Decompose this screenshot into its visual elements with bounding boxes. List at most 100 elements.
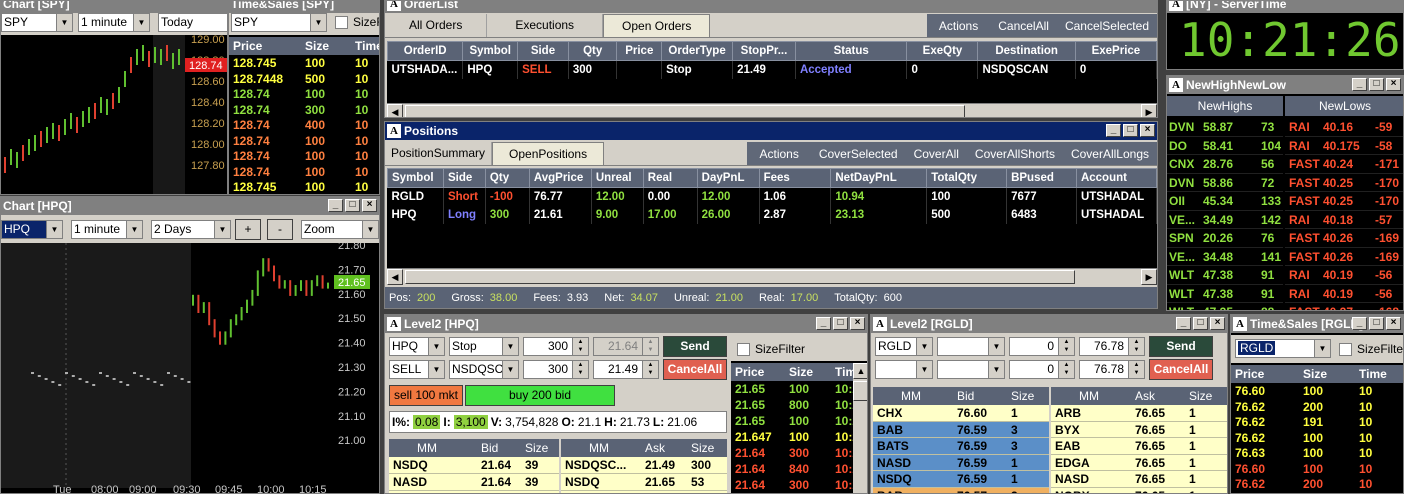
chevron-down-icon[interactable]: ▼ xyxy=(502,361,518,378)
l2-hpq-ts-vscrollbar[interactable]: ▲ xyxy=(853,363,867,493)
chart-spy-range-combo[interactable]: Today xyxy=(158,13,227,32)
newlow-row[interactable]: FAST 40.25 -170 xyxy=(1285,192,1403,211)
l2-hpq-qty-stepper[interactable]: 300 ▲ ▼ xyxy=(523,337,589,356)
newhigh-row[interactable]: WLT 47.38 91 xyxy=(1167,285,1283,303)
chevron-down-icon[interactable]: ▼ xyxy=(362,221,378,238)
ts-row[interactable]: 21.65 800 10:2 xyxy=(731,397,859,413)
newhigh-row[interactable]: WLT 47.38 91 xyxy=(1167,266,1283,285)
book-row[interactable]: ARB 76.65 1 xyxy=(1051,405,1227,422)
positions-hscrollbar[interactable]: ◀ ▶ xyxy=(387,268,1157,285)
orderlist-cancelall-button[interactable]: CancelAll xyxy=(990,14,1057,37)
chevron-down-icon[interactable]: ▼ xyxy=(1314,340,1330,357)
newhigh-row[interactable]: WLT 47.35 88 xyxy=(1167,303,1283,310)
newlow-row[interactable]: RAI 40.18 -57 xyxy=(1285,211,1403,229)
ts-row[interactable]: 128.74 300 10 xyxy=(229,102,379,118)
book-row[interactable]: NASD 76.59 1 xyxy=(873,454,1049,471)
tab-open-orders[interactable]: Open Orders xyxy=(603,14,711,37)
newhigh-row[interactable]: OII 45.34 133 xyxy=(1167,192,1283,211)
l2-hpq-cancelall-button[interactable]: CancelAll xyxy=(663,359,727,380)
newlow-row[interactable]: FAST 40.26 -169 xyxy=(1285,229,1403,248)
close-icon[interactable]: × xyxy=(1210,317,1225,330)
scroll-thumb[interactable] xyxy=(405,105,965,117)
ts-row[interactable]: 21.65 100 10:2 xyxy=(731,413,859,429)
l2-hpq-stop-stepper[interactable]: 21.49 ▲ ▼ xyxy=(593,360,659,379)
positions-coverselected-button[interactable]: CoverSelected xyxy=(811,142,906,165)
newlow-row[interactable]: FAST 40.24 -171 xyxy=(1285,155,1403,174)
minimize-icon[interactable]: _ xyxy=(1352,78,1367,91)
newlow-row[interactable]: RAI 40.16 -59 xyxy=(1285,118,1403,137)
ts-rgld-sizefilter-checkbox[interactable]: SizeFilter xyxy=(1339,342,1403,356)
minimize-icon[interactable]: _ xyxy=(328,199,343,212)
l2-hpq-qty2-stepper[interactable]: 300 ▲ ▼ xyxy=(523,360,589,379)
close-icon[interactable]: × xyxy=(850,317,865,330)
stepper-arrows-icon[interactable]: ▲ ▼ xyxy=(572,361,588,378)
maximize-icon[interactable]: □ xyxy=(833,317,848,330)
stepper-arrows-icon[interactable]: ▲ ▼ xyxy=(642,361,658,378)
book-row[interactable]: CHX 76.60 1 xyxy=(873,405,1049,422)
ts-row[interactable]: 128.74 100 10 xyxy=(229,133,379,149)
table-row[interactable]: RGLD Short -100 76.77 12.00 0.00 12.00 1.06 10.9… xyxy=(387,187,1157,206)
l2-rgld-symbol-combo[interactable]: RGLD ▼ xyxy=(875,337,933,356)
l2-hpq-sizefilter-checkbox[interactable]: SizeFilter xyxy=(737,342,805,356)
checkbox-box[interactable] xyxy=(1339,342,1352,356)
newhigh-row[interactable]: CNX 28.76 56 xyxy=(1167,155,1283,174)
book-row[interactable]: NSDQ 21.65 53 xyxy=(561,474,727,491)
l2-rgld-price-stepper[interactable]: 76.78 ▲ ▼ xyxy=(1079,337,1145,356)
ts-row[interactable]: 128.745 100 10 xyxy=(229,55,379,71)
book-row[interactable]: NASD 21.64 39 xyxy=(389,474,559,491)
chart-zoom-in-button[interactable]: + xyxy=(235,219,261,240)
chart-hpq-interval-combo[interactable]: 1 minute ▼ xyxy=(71,220,143,239)
checkbox-box[interactable] xyxy=(335,15,348,29)
book-row[interactable]: BAB 76.57 3 xyxy=(873,487,1049,493)
newlow-row[interactable]: FAST 40.25 -170 xyxy=(1285,174,1403,192)
chevron-down-icon[interactable]: ▼ xyxy=(988,338,1004,355)
minimize-icon[interactable]: _ xyxy=(1106,124,1121,137)
chevron-down-icon[interactable]: ▼ xyxy=(133,14,149,31)
chevron-down-icon[interactable]: ▼ xyxy=(502,338,518,355)
positions-titlebar[interactable]: A Positions _ □ × xyxy=(385,122,1157,140)
ts-row[interactable]: 128.74 100 10 xyxy=(229,164,379,180)
scroll-right-icon[interactable]: ▶ xyxy=(1141,104,1157,117)
book-row[interactable]: NOBX 76.65 1 xyxy=(1051,487,1227,493)
ts-row[interactable]: 128.7448 500 10 xyxy=(229,71,379,87)
scroll-thumb[interactable] xyxy=(853,381,867,401)
maximize-icon[interactable]: □ xyxy=(1369,78,1384,91)
newhigh-row[interactable]: VE... 34.49 142 xyxy=(1167,211,1283,229)
stepper-arrows-icon[interactable]: ▲ ▼ xyxy=(1058,361,1074,378)
chevron-down-icon[interactable]: ▼ xyxy=(56,14,72,31)
book-row[interactable]: BYX 76.65 1 xyxy=(1051,421,1227,438)
l2-hpq-send-button[interactable]: Send xyxy=(663,336,727,357)
scroll-right-icon[interactable]: ▶ xyxy=(1141,269,1157,285)
level2-hpq-titlebar[interactable]: A Level2 [HPQ] _ □ × xyxy=(385,315,867,333)
tab-position-summary[interactable]: PositionSummary xyxy=(385,142,493,165)
chevron-down-icon[interactable]: ▼ xyxy=(428,338,444,355)
l2-rgld-route-combo[interactable]: ▼ xyxy=(937,360,1005,379)
chart-hpq-symbol-combo[interactable]: HPQ ▼ xyxy=(1,220,63,239)
ts-row[interactable]: 21.64 840 10:2 xyxy=(731,461,859,477)
ts-row[interactable]: 76.62 200 10 xyxy=(1231,399,1403,415)
servertime-titlebar[interactable]: A [NY] - ServerTime xyxy=(1167,1,1403,13)
table-row[interactable]: UTSHADA... HPQ SELL 300 Stop 21.49 Accepted 0 NS… xyxy=(387,60,1157,79)
book-row[interactable]: NASD 76.65 1 xyxy=(1051,471,1227,488)
nhnl-titlebar[interactable]: A NewHighNewLow _ □ × xyxy=(1167,76,1403,94)
newlow-row[interactable]: FAST 40.26 -169 xyxy=(1285,248,1403,266)
ts-row[interactable]: 76.62 191 10 xyxy=(1231,414,1403,430)
chart-zoom-out-button[interactable]: - xyxy=(267,219,293,240)
chevron-down-icon[interactable]: ▼ xyxy=(310,14,326,31)
ts-row[interactable]: 76.62 100 10 xyxy=(1231,430,1403,446)
ts-row[interactable]: 76.60 100 10 xyxy=(1231,461,1403,477)
l2-rgld-ordertype-combo[interactable]: ▼ xyxy=(937,337,1005,356)
ts-rgld-symbol-combo[interactable]: RGLD ▼ xyxy=(1235,339,1331,358)
ts-row[interactable]: 21.647 100 10:2 xyxy=(731,429,859,445)
newlow-row[interactable]: RAI 40.19 -56 xyxy=(1285,285,1403,303)
buy-200-bid-button[interactable]: buy 200 bid xyxy=(465,385,615,406)
chevron-down-icon[interactable]: ▼ xyxy=(916,338,932,355)
book-row[interactable]: BAB 76.59 3 xyxy=(873,421,1049,438)
chart-hpq-range-combo[interactable]: 2 Days ▼ xyxy=(151,220,231,239)
book-row[interactable]: EAB 76.65 1 xyxy=(1051,438,1227,455)
close-icon[interactable]: × xyxy=(362,199,377,212)
positions-coverall-button[interactable]: CoverAll xyxy=(906,142,967,165)
close-icon[interactable]: × xyxy=(1386,78,1401,91)
newlow-row[interactable]: FAST40.27 -168 xyxy=(1285,303,1403,310)
maximize-icon[interactable]: □ xyxy=(345,199,360,212)
